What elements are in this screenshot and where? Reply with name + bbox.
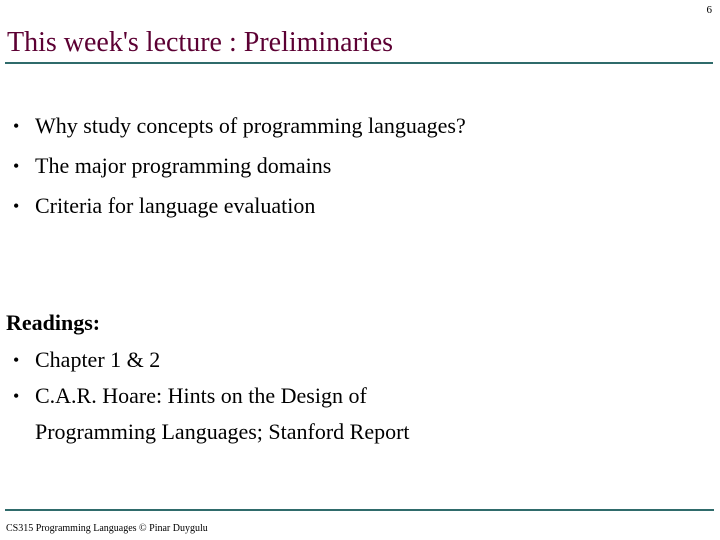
footer-text: CS315 Programming Languages © Pinar Duyg…: [6, 523, 208, 534]
list-item-label: Why study concepts of programming langua…: [35, 113, 466, 138]
list-item: • Criteria for language evaluation: [6, 186, 666, 226]
list-item: • Why study concepts of programming lang…: [6, 106, 666, 146]
list-item-label: Chapter 1 & 2: [35, 347, 161, 372]
footer-divider: [5, 509, 714, 511]
bullet-icon: •: [13, 116, 20, 136]
bullet-icon: •: [13, 196, 20, 216]
bullet-icon: •: [13, 386, 20, 406]
readings-heading: Readings:: [6, 310, 101, 335]
readings-list: • Chapter 1 & 2 • C.A.R. Hoare: Hints on…: [6, 342, 666, 450]
bullet-icon: •: [13, 350, 20, 370]
slide-number: 6: [706, 4, 713, 16]
title-divider: [5, 62, 713, 64]
bullet-list: • Why study concepts of programming lang…: [6, 106, 666, 226]
list-item: • The major programming domains: [6, 146, 666, 186]
readings-section: Readings: • Chapter 1 & 2 • C.A.R. Hoare…: [6, 308, 666, 450]
list-item-label: Criteria for language evaluation: [35, 193, 316, 218]
list-item-label: C.A.R. Hoare: Hints on the Design of: [35, 383, 367, 408]
list-item-label: The major programming domains: [35, 153, 332, 178]
bullet-icon: •: [13, 156, 20, 176]
slide-canvas: 6 This week's lecture : Preliminaries • …: [0, 0, 720, 540]
list-item-label-continued: Programming Languages; Stanford Report: [35, 419, 410, 444]
list-item: • Chapter 1 & 2: [6, 342, 666, 378]
list-item: • C.A.R. Hoare: Hints on the Design of P…: [6, 378, 666, 450]
page-title: This week's lecture : Preliminaries: [7, 27, 394, 58]
